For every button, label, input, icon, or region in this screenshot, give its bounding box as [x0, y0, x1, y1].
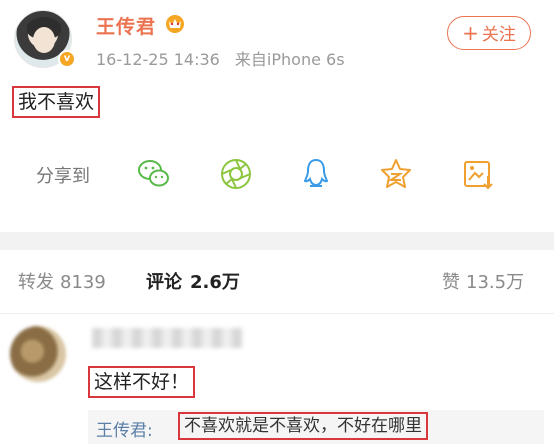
tab-comment[interactable]: 评论 2.6万	[146, 268, 240, 294]
post-text: 我不喜欢	[12, 86, 101, 118]
tab-like-label: 赞	[442, 272, 460, 293]
reply-box[interactable]: 王传君: 不喜欢就是不喜欢，不好在哪里	[88, 410, 544, 444]
tab-repost-count: 8139	[60, 272, 106, 293]
save-image-icon[interactable]	[460, 156, 496, 192]
author-name[interactable]: 王传君	[96, 12, 156, 39]
post-source: 来自iPhone 6s	[234, 50, 345, 69]
moments-icon[interactable]	[218, 156, 254, 192]
reply-text: 不喜欢就是不喜欢，不好在哪里	[178, 412, 428, 440]
post-meta: 16-12-25 14:36 来自iPhone 6s	[96, 46, 345, 70]
tab-repost[interactable]: 转发 8139	[18, 268, 106, 294]
commenter-avatar[interactable]	[10, 326, 66, 382]
commenter-name-blurred[interactable]	[92, 328, 242, 348]
reply-author[interactable]: 王传君:	[96, 416, 153, 441]
qzone-icon[interactable]	[378, 156, 414, 192]
avatar-face	[33, 27, 55, 53]
tab-like[interactable]: 赞 13.5万	[442, 268, 524, 294]
share-row: 分享到	[0, 150, 554, 200]
post-time: 16-12-25 14:36	[96, 50, 220, 69]
interaction-tabs: 转发 8139 评论 2.6万 赞 13.5万	[0, 250, 554, 314]
comment-text: 这样不好！	[88, 366, 196, 398]
comment-item: 这样不好！ 王传君: 不喜欢就是不喜欢，不好在哪里	[0, 316, 554, 444]
follow-button[interactable]: + 关注	[447, 16, 531, 50]
section-divider	[0, 232, 554, 250]
plus-icon: +	[462, 21, 479, 45]
qq-icon[interactable]	[298, 156, 334, 192]
tab-repost-label: 转发	[18, 272, 54, 293]
wechat-icon[interactable]	[136, 156, 172, 192]
vip-crown-icon	[166, 15, 184, 33]
verified-badge-icon: v	[58, 50, 76, 68]
share-label: 分享到	[36, 166, 90, 187]
follow-label: 关注	[481, 25, 516, 45]
tab-comment-count: 2.6万	[190, 272, 240, 293]
post-header: v 王传君 16-12-25 14:36 来自iPhone 6s + 关注	[0, 0, 554, 78]
tab-like-count: 13.5万	[466, 272, 525, 293]
tab-comment-label: 评论	[146, 272, 182, 293]
